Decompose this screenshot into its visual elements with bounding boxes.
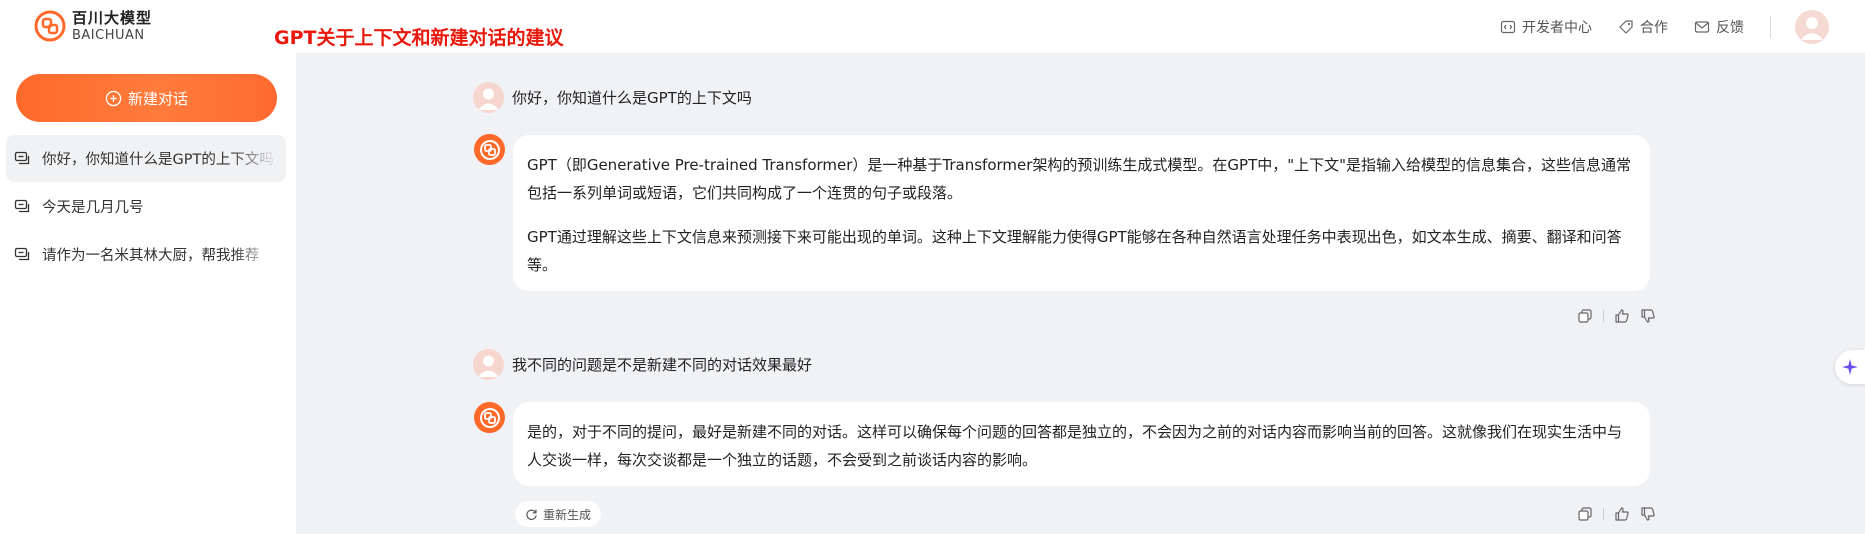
conversation-item[interactable]: 请作为一名米其林大厨，帮我推荐 [6, 231, 286, 278]
mail-icon [1694, 20, 1710, 33]
bot-avatar [474, 402, 505, 433]
message-actions [1577, 506, 1656, 522]
user-message: 我不同的问题是不是新建不同的对话效果最好 [473, 349, 812, 380]
regenerate-label: 重新生成 [543, 507, 592, 522]
thumbs-down-icon[interactable] [1640, 308, 1656, 324]
feedback-label: 反馈 [1716, 19, 1744, 36]
copy-icon[interactable] [1577, 506, 1593, 522]
bot-message-bubble: GPT（即Generative Pre-trained Transformer）… [513, 135, 1650, 291]
actions-divider [1603, 310, 1604, 322]
sparkle-icon [1842, 359, 1858, 375]
top-header: 百川大模型 BAICHUAN GPT关于上下文和新建对话的建议 开发者中心 合作… [0, 0, 1865, 53]
thumbs-up-icon[interactable] [1614, 506, 1630, 522]
plus-circle-icon [105, 90, 122, 106]
header-divider [1770, 15, 1771, 38]
user-message-text: 你好，你知道什么是GPT的上下文吗 [512, 89, 752, 107]
message-actions [1577, 308, 1656, 324]
conversation-item[interactable]: 你好，你知道什么是GPT的上下文吗 [6, 135, 286, 182]
baichuan-logo-icon [479, 407, 500, 428]
page-title: GPT关于上下文和新建对话的建议 [274, 27, 564, 49]
conversation-item[interactable]: 今天是几月几号 [6, 183, 286, 230]
feedback-link[interactable]: 反馈 [1694, 17, 1744, 37]
bot-message-paragraph: GPT通过理解这些上下文信息来预测接下来可能出现的单词。这种上下文理解能力使得G… [527, 228, 1622, 274]
sidebar: 新建对话 你好，你知道什么是GPT的上下文吗 今天是几月几号 请作为一名米其林大… [0, 53, 296, 534]
refresh-icon [526, 509, 537, 520]
ai-assistant-float-button[interactable] [1835, 350, 1865, 384]
user-icon [1801, 16, 1823, 40]
code-icon [1500, 20, 1516, 33]
bot-message-bubble: 是的，对于不同的提问，最好是新建不同的对话。这样可以确保每个问题的回答都是独立的… [513, 402, 1650, 486]
conversation-label: 请作为一名米其林大厨，帮我推荐 [42, 248, 260, 264]
cooperation-label: 合作 [1640, 19, 1668, 36]
new-chat-button[interactable]: 新建对话 [16, 74, 277, 122]
baichuan-logo-icon [34, 10, 66, 42]
chat-bubble-icon [14, 199, 30, 212]
chat-bubble-icon [14, 247, 30, 260]
baichuan-logo-icon [479, 139, 500, 160]
thumbs-up-icon[interactable] [1614, 308, 1630, 324]
user-message: 你好，你知道什么是GPT的上下文吗 [473, 82, 752, 113]
user-icon [478, 88, 499, 110]
tag-icon [1619, 19, 1633, 34]
logo-text-cn: 百川大模型 [72, 8, 153, 27]
logo-text-en: BAICHUAN [72, 27, 145, 43]
copy-icon[interactable] [1577, 308, 1593, 324]
bot-message-paragraph: GPT（即Generative Pre-trained Transformer）… [527, 156, 1632, 202]
user-icon [478, 355, 499, 377]
chat-bubble-icon [14, 151, 30, 164]
user-avatar [473, 82, 504, 113]
regenerate-button[interactable]: 重新生成 [515, 501, 602, 527]
cooperation-link[interactable]: 合作 [1618, 17, 1668, 37]
user-avatar [473, 349, 504, 380]
logo[interactable]: 百川大模型 BAICHUAN [34, 10, 152, 42]
thumbs-down-icon[interactable] [1640, 506, 1656, 522]
new-chat-label: 新建对话 [127, 90, 188, 108]
conversation-label: 你好，你知道什么是GPT的上下文吗 [42, 152, 274, 168]
user-avatar[interactable] [1795, 9, 1829, 44]
conversation-list: 你好，你知道什么是GPT的上下文吗 今天是几月几号 请作为一名米其林大厨，帮我推… [6, 135, 286, 279]
bot-message-paragraph: 是的，对于不同的提问，最好是新建不同的对话。这样可以确保每个问题的回答都是独立的… [527, 423, 1623, 469]
chat-area: 你好，你知道什么是GPT的上下文吗 GPT（即Generative Pre-tr… [296, 53, 1865, 534]
conversation-label: 今天是几月几号 [42, 200, 144, 216]
developer-center-link[interactable]: 开发者中心 [1500, 17, 1592, 37]
developer-center-label: 开发者中心 [1522, 19, 1592, 36]
user-message-text: 我不同的问题是不是新建不同的对话效果最好 [512, 356, 813, 374]
bot-avatar [474, 134, 505, 165]
actions-divider [1603, 508, 1604, 520]
